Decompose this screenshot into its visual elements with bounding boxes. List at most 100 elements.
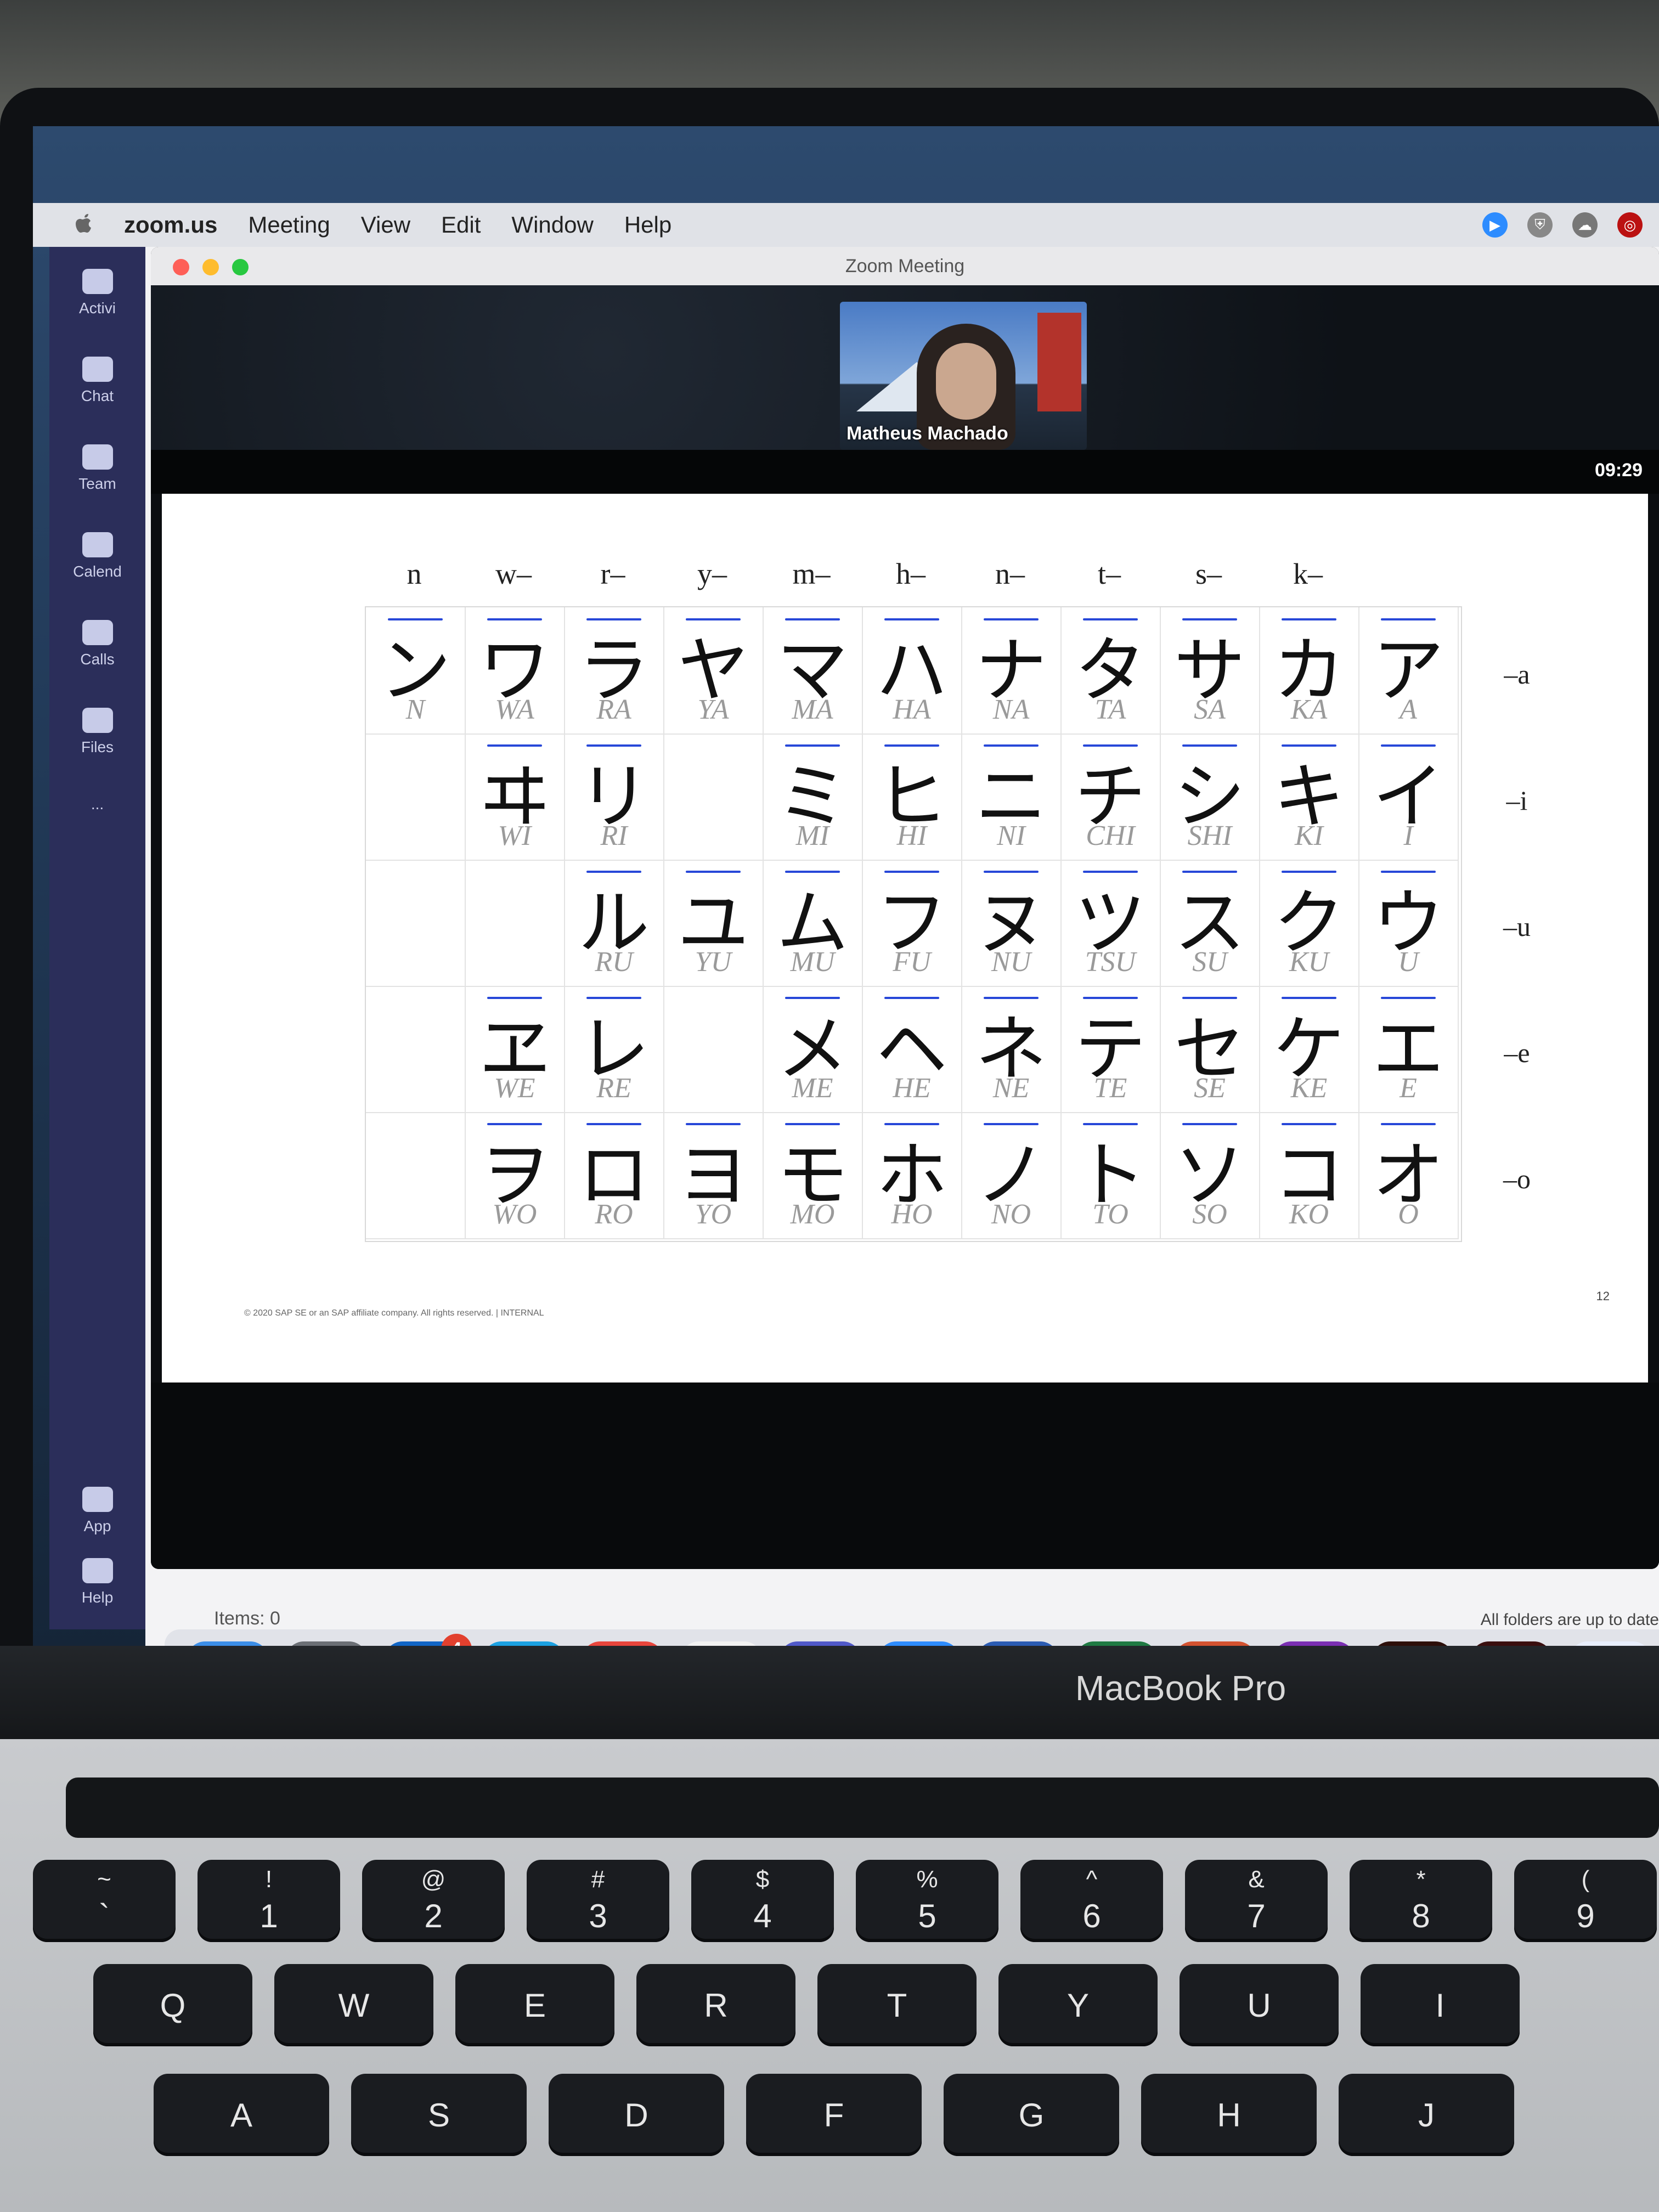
romaji-label: SA xyxy=(1194,694,1226,725)
romaji-label: SHI xyxy=(1187,820,1232,851)
sidebar-item-activity[interactable]: Activi xyxy=(49,269,145,317)
kana-cell: ンN xyxy=(366,607,466,735)
kana-cell xyxy=(366,986,466,1113)
kana-cell: シ SHI xyxy=(1160,733,1260,861)
kana-cell: ヰ WI xyxy=(465,733,565,861)
key-q[interactable]: Q xyxy=(93,1964,252,2046)
row-header: –i xyxy=(1506,785,1528,816)
chat-icon xyxy=(82,357,113,382)
key-s[interactable]: S xyxy=(351,2074,527,2156)
column-header: k– xyxy=(1293,557,1323,590)
menu-help[interactable]: Help xyxy=(624,212,672,238)
sidebar-item-more[interactable]: ... xyxy=(49,795,145,813)
meeting-toolbar: 09:29 xyxy=(151,450,1659,494)
row-header: –a xyxy=(1504,659,1530,690)
menu-edit[interactable]: Edit xyxy=(441,212,481,238)
menu-app-name[interactable]: zoom.us xyxy=(124,212,217,238)
kana-cell: ヲ WO xyxy=(465,1112,565,1239)
romaji-label: RA xyxy=(596,694,631,725)
key-6[interactable]: ^ 6 xyxy=(1020,1860,1163,1942)
laptop-screen: zoom.us Meeting View Edit Window Help ▶ … xyxy=(33,126,1659,1651)
key-u[interactable]: U xyxy=(1180,1964,1339,2046)
key-y[interactable]: Y xyxy=(998,1964,1158,2046)
key-4[interactable]: $4 xyxy=(691,1860,834,1942)
romaji-label: MO xyxy=(790,1199,835,1230)
romaji-label: MI xyxy=(795,820,830,851)
key-5[interactable]: % 5 xyxy=(856,1860,998,1942)
kana-cell: キ KI xyxy=(1260,733,1359,861)
phone-icon xyxy=(82,620,113,645)
kana-cell: ノ NO xyxy=(962,1112,1062,1239)
key-e[interactable]: E xyxy=(455,1964,614,2046)
kana-cell: ソ SO xyxy=(1160,1112,1260,1239)
romaji-label: NA xyxy=(992,694,1030,725)
sidebar-item-calendar[interactable]: Calend xyxy=(49,532,145,580)
row-header: –o xyxy=(1503,1164,1531,1194)
slide-footer: © 2020 SAP SE or an SAP affiliate compan… xyxy=(244,1308,544,1318)
column-header: t– xyxy=(1097,557,1121,590)
romaji-label: WI xyxy=(498,820,532,851)
key-3[interactable]: #3 xyxy=(527,1860,669,1942)
key-w[interactable]: W xyxy=(274,1964,433,2046)
romaji-label: KI xyxy=(1295,820,1323,851)
kana-cell: ウU xyxy=(1359,860,1459,987)
key-g[interactable]: G xyxy=(944,2074,1119,2156)
kana-cell: ヤ YA xyxy=(664,607,764,735)
romaji-label: TA xyxy=(1094,694,1126,725)
kana-cell: ヨ YO xyxy=(664,1112,764,1239)
romaji-label: ME xyxy=(792,1073,833,1104)
meeting-timer: 09:29 xyxy=(1595,460,1643,481)
sidebar-item-teams[interactable]: Team xyxy=(49,444,145,493)
key-h[interactable]: H xyxy=(1141,2074,1317,2156)
kana-cell: マ MA xyxy=(763,607,863,735)
key-f[interactable]: F xyxy=(746,2074,922,2156)
sidebar-item-files[interactable]: Files xyxy=(49,708,145,756)
kana-cell: モ MO xyxy=(763,1112,863,1239)
kana-cell: ヒ HI xyxy=(862,733,962,861)
key-1[interactable]: ! 1 xyxy=(198,1860,340,1942)
romaji-label: RU xyxy=(595,946,633,978)
sidebar-item-apps[interactable]: App xyxy=(49,1487,145,1535)
calendar-icon xyxy=(82,532,113,557)
participant-video[interactable]: Matheus Machado xyxy=(840,302,1087,450)
romaji-label: MU xyxy=(790,946,835,978)
zoom-status-icon[interactable]: ▶ xyxy=(1482,212,1508,238)
key-i[interactable]: I xyxy=(1361,1964,1520,2046)
cloud-icon[interactable]: ☁ xyxy=(1572,212,1598,238)
romaji-label: KU xyxy=(1289,946,1329,978)
romaji-label: HO xyxy=(891,1199,933,1230)
key-7[interactable]: & 7 xyxy=(1185,1860,1328,1942)
menu-meeting[interactable]: Meeting xyxy=(248,212,330,238)
kana-cell xyxy=(664,733,764,861)
key-a[interactable]: A xyxy=(154,2074,329,2156)
apps-icon xyxy=(82,1487,113,1512)
touch-bar[interactable] xyxy=(66,1778,1659,1838)
romaji-label: NE xyxy=(992,1073,1030,1104)
key-9[interactable]: (9 xyxy=(1514,1860,1657,1942)
key-2[interactable]: @2 xyxy=(362,1860,505,1942)
menu-view[interactable]: View xyxy=(361,212,410,238)
romaji-label: WO xyxy=(492,1199,537,1230)
kana-cell xyxy=(366,733,466,861)
kana-cell: カ KA xyxy=(1260,607,1359,735)
key-`[interactable]: ~ ` xyxy=(33,1860,176,1942)
key-d[interactable]: D xyxy=(549,2074,724,2156)
teams-sidebar: Activi Chat Team Calend Calls Files ... … xyxy=(49,247,145,1629)
key-j[interactable]: J xyxy=(1339,2074,1514,2156)
kana-cell: ネ NE xyxy=(962,986,1062,1113)
sidebar-item-help[interactable]: Help xyxy=(49,1558,145,1606)
kana-cell: レ RE xyxy=(565,986,664,1113)
apple-icon[interactable] xyxy=(71,213,93,237)
romaji-label: RE xyxy=(596,1073,631,1104)
key-r[interactable]: R xyxy=(636,1964,795,2046)
creative-cloud-icon[interactable]: ◎ xyxy=(1617,212,1643,238)
kana-cell xyxy=(664,986,764,1113)
shield-icon[interactable]: ⛨ xyxy=(1527,212,1553,238)
romaji-label: RI xyxy=(600,820,628,851)
key-t[interactable]: T xyxy=(817,1964,977,2046)
kana-cell: ヌ NU xyxy=(962,860,1062,987)
sidebar-item-chat[interactable]: Chat xyxy=(49,357,145,405)
key-8[interactable]: * 8 xyxy=(1350,1860,1492,1942)
sidebar-item-calls[interactable]: Calls xyxy=(49,620,145,668)
menu-window[interactable]: Window xyxy=(511,212,593,238)
